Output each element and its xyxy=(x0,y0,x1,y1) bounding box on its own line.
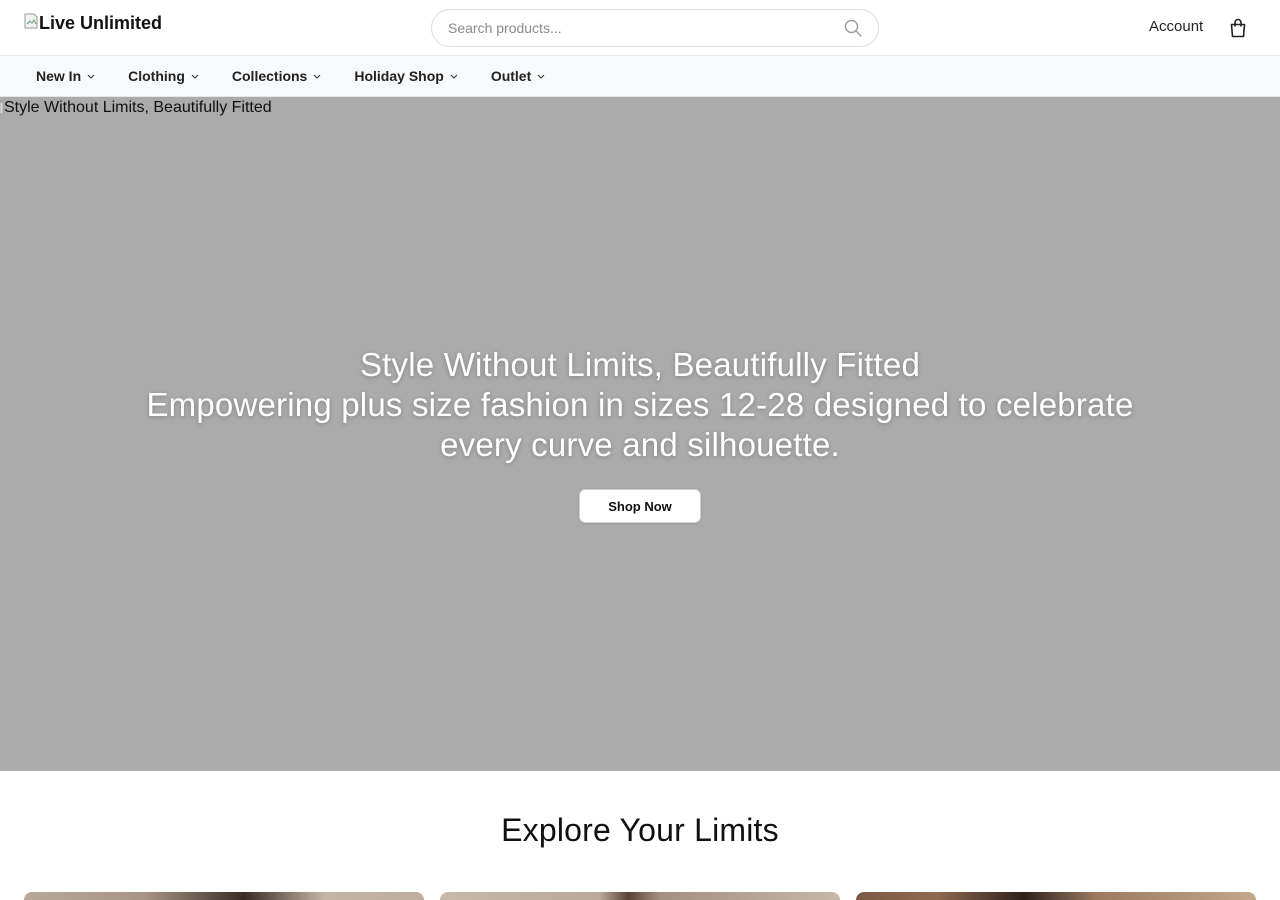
category-card[interactable] xyxy=(440,892,840,900)
category-cards xyxy=(24,892,1256,900)
shopping-bag-icon[interactable] xyxy=(1229,18,1247,38)
hero-image-alt: Style Without Limits, Beautifully Fitted xyxy=(0,99,272,117)
nav-item-holiday-shop[interactable]: Holiday Shop xyxy=(342,56,470,97)
nav-item-clothing[interactable]: Clothing xyxy=(116,56,212,97)
logo-alt-text: Live Unlimited xyxy=(39,12,163,33)
explore-section-title: Explore Your Limits xyxy=(501,812,779,848)
nav-item-new-in[interactable]: New In xyxy=(24,56,108,97)
hero-title: Style Without Limits, Beautifully Fitted xyxy=(359,346,921,383)
logo[interactable]: Live Unlimited xyxy=(24,12,162,34)
category-card[interactable] xyxy=(856,892,1256,900)
shop-now-button[interactable]: Shop Now xyxy=(579,489,701,523)
nav-item-label: Clothing xyxy=(128,68,185,84)
nav-item-outlet[interactable]: Outlet xyxy=(479,56,558,97)
search-icon[interactable] xyxy=(844,19,862,37)
nav-item-label: Holiday Shop xyxy=(354,68,444,84)
site-header: Live Unlimited Account xyxy=(0,0,1280,56)
account-link[interactable]: Account xyxy=(1149,18,1203,35)
chevron-down-icon xyxy=(86,71,96,81)
broken-image-icon xyxy=(24,13,38,29)
hero-banner: Style Without Limits, Beautifully Fitted… xyxy=(0,97,1280,771)
nav-item-collections[interactable]: Collections xyxy=(220,56,334,97)
category-card[interactable] xyxy=(24,892,424,900)
chevron-down-icon xyxy=(449,71,459,81)
chevron-down-icon xyxy=(536,71,546,81)
search-input[interactable] xyxy=(448,20,844,36)
main-nav: New In Clothing Collections Holiday Shop… xyxy=(0,56,1280,97)
search-bar xyxy=(431,9,879,47)
nav-item-label: Collections xyxy=(231,68,308,84)
chevron-down-icon xyxy=(312,71,322,81)
hero-image-alt-text: Style Without Limits, Beautifully Fitted xyxy=(4,99,272,116)
nav-item-label: Outlet xyxy=(490,68,532,84)
hero-subtitle: Empowering plus size fashion in sizes 12… xyxy=(146,386,1134,463)
nav-item-label: New In xyxy=(36,68,82,84)
chevron-down-icon xyxy=(190,71,200,81)
